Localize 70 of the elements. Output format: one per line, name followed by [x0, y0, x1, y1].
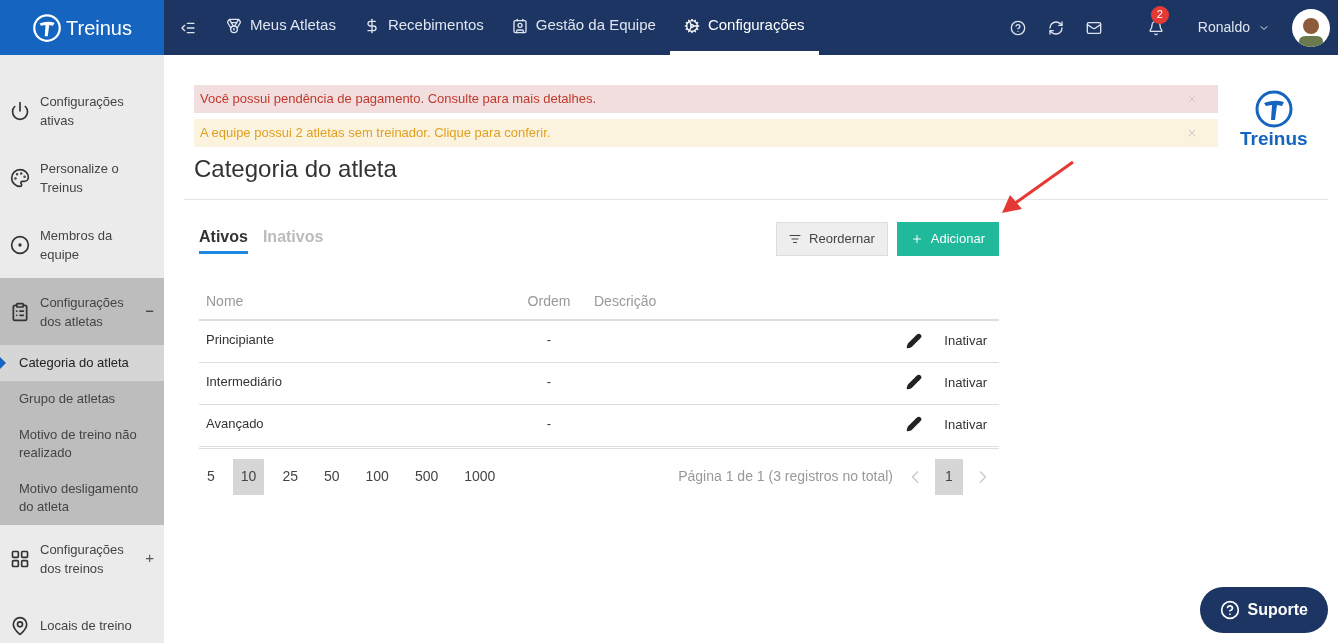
tab[interactable]: Ativos: [199, 224, 248, 254]
grid-icon: [10, 548, 30, 569]
deactivate-link[interactable]: Inativar: [944, 331, 987, 351]
sidebar-item[interactable]: Configurações dos atletas −: [0, 278, 164, 345]
plus-icon: [910, 233, 923, 245]
logo-icon: [32, 12, 62, 43]
sync-icon: [1047, 19, 1064, 36]
table-cell: -: [519, 320, 579, 362]
edit-icon[interactable]: [906, 374, 923, 391]
gear-icon: [683, 17, 700, 34]
page-size-option[interactable]: 100: [357, 458, 397, 495]
sidebar-subitem[interactable]: Grupo de atletas: [0, 381, 164, 417]
table-cell: Intermediário: [199, 362, 519, 404]
sidebar-subitem[interactable]: Motivo de treino não realizado: [0, 417, 164, 471]
alert-banner[interactable]: Você possui pendência de pagamento. Consulte para mais detalhes.: [194, 85, 1218, 113]
notifications-button[interactable]: [1147, 19, 1164, 36]
deactivate-link[interactable]: Inativar: [944, 372, 987, 392]
sidebar-item[interactable]: Locais de treino: [0, 592, 164, 643]
table-cell: Principiante: [199, 320, 519, 362]
sidebar-subitem[interactable]: Motivo desligamento do atleta: [0, 471, 164, 525]
table-cell: -: [519, 404, 579, 446]
pin-icon: [10, 615, 30, 636]
mail-icon: [1085, 19, 1102, 36]
column-header: Descrição: [579, 284, 770, 320]
support-button[interactable]: Suporte: [1199, 587, 1328, 633]
notification-badge: 2: [1150, 5, 1169, 24]
edit-icon[interactable]: [906, 332, 923, 349]
clipboard-icon: [10, 301, 30, 322]
page-size-option[interactable]: 50: [315, 458, 348, 495]
table-cell: Avançado: [199, 404, 519, 446]
page-size-option[interactable]: 10: [232, 458, 265, 495]
help-icon: [1009, 19, 1026, 36]
sidebar-item[interactable]: Personalize o Treinus: [0, 144, 164, 211]
mail-button[interactable]: [1085, 19, 1102, 36]
avatar[interactable]: [1292, 8, 1330, 47]
reorder-button[interactable]: Reordernar: [776, 222, 888, 256]
sidebar-item[interactable]: Configurações dos treinos +: [0, 525, 164, 592]
user-menu[interactable]: Ronaldo: [1197, 17, 1270, 38]
nav-tab[interactable]: Meus Atletas: [212, 0, 350, 55]
nav-tab[interactable]: Recebimentos: [349, 0, 498, 55]
sync-button[interactable]: [1047, 19, 1064, 36]
medal-icon: [226, 17, 242, 34]
sidebar-subitem[interactable]: Categoria do atleta: [0, 345, 164, 381]
page-size-option[interactable]: 500: [406, 458, 447, 495]
column-header: Nome: [199, 284, 519, 320]
page-size-option[interactable]: 5: [199, 458, 223, 495]
help-button[interactable]: [1009, 19, 1026, 36]
table-cell: -: [519, 362, 579, 404]
nav-tab[interactable]: Configurações: [669, 0, 819, 55]
page-info: Página 1 de 1 (3 registros no total): [678, 467, 893, 486]
page-size-option[interactable]: 25: [274, 458, 306, 495]
help-icon: [1219, 600, 1240, 620]
sidebar-item[interactable]: Membros da equipe: [0, 211, 164, 278]
edit-icon[interactable]: [906, 416, 923, 433]
power-icon: [10, 100, 30, 121]
id-card-icon: [511, 17, 528, 34]
page-size-option[interactable]: 1000: [456, 458, 504, 495]
nav-tab[interactable]: Gestão da Equipe: [497, 0, 670, 55]
column-header: Ordem: [519, 284, 579, 320]
team-icon: [10, 234, 30, 255]
deactivate-link[interactable]: Inativar: [944, 414, 987, 434]
page-button[interactable]: 1: [935, 458, 963, 495]
logo-text: Treinus: [1240, 129, 1308, 149]
sidebar-item[interactable]: Configurações ativas: [0, 77, 164, 144]
brand-bar[interactable]: Treinus: [0, 0, 164, 55]
brand-name: Treinus: [66, 15, 132, 41]
sort-icon: [789, 233, 802, 245]
logo-icon: [1253, 89, 1294, 129]
palette-icon: [10, 167, 30, 188]
page-title: Categoria do atleta: [193, 154, 398, 184]
